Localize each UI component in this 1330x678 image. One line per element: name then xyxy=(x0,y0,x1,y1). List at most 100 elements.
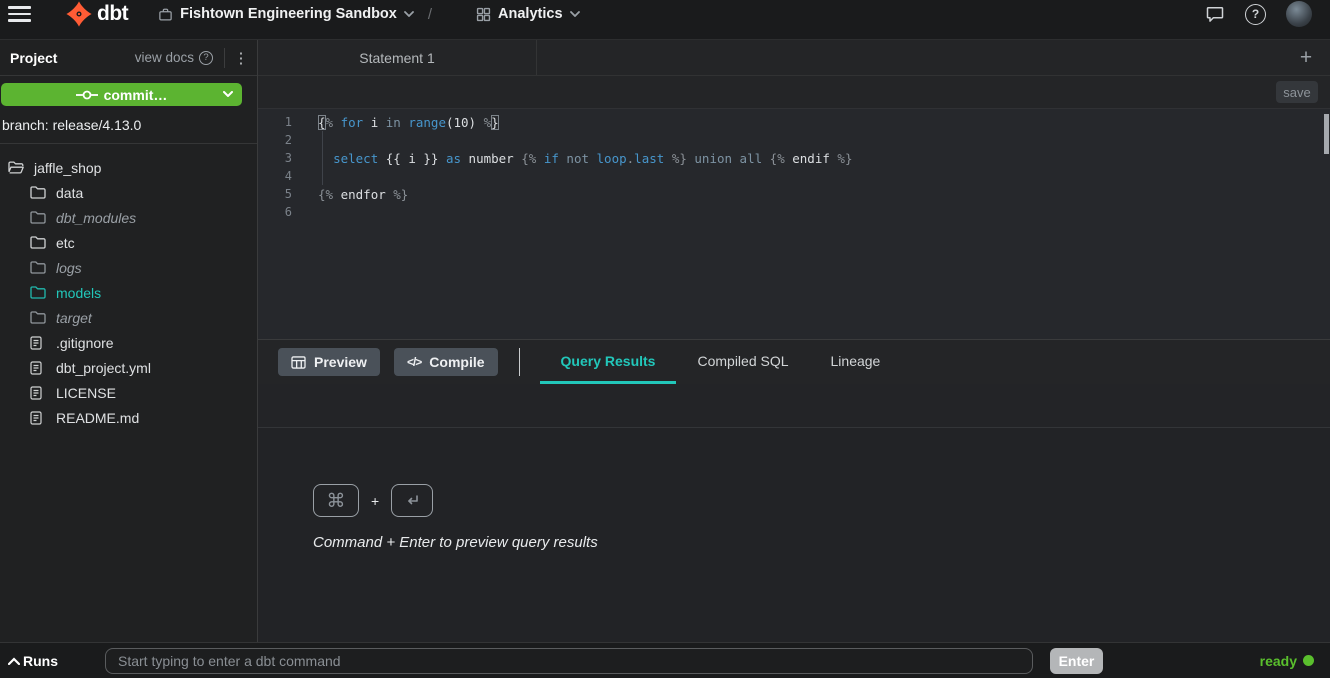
code-line[interactable]: 5{% endfor %} xyxy=(258,185,1330,203)
file-tree-item-dbt_project.yml[interactable]: dbt_project.yml xyxy=(0,355,257,380)
workspace-selector-label: Analytics xyxy=(498,6,562,22)
chat-icon[interactable] xyxy=(1205,4,1225,24)
code-token: for xyxy=(341,115,364,130)
tab-query-results[interactable]: Query Results xyxy=(540,340,677,384)
folder-icon xyxy=(30,211,47,224)
code-token: endif xyxy=(785,151,838,166)
code-token: range xyxy=(408,115,446,130)
line-number: 6 xyxy=(258,205,292,219)
main-shell: Project view docs ? ⋮ commit… branch: re… xyxy=(0,40,1330,642)
folder-icon xyxy=(30,286,47,299)
git-commit-icon xyxy=(76,89,98,101)
code-token: number xyxy=(461,151,521,166)
compile-button[interactable]: </> Compile xyxy=(394,348,498,376)
file-tree-label: etc xyxy=(56,235,75,251)
preview-button-label: Preview xyxy=(314,354,367,370)
breadcrumb-separator: / xyxy=(428,6,432,23)
tab-lineage[interactable]: Lineage xyxy=(810,340,902,384)
line-number: 5 xyxy=(258,187,292,201)
code-token: {% xyxy=(521,151,536,166)
code-line[interactable]: 3 select {{ i }} as number {% if not loo… xyxy=(258,149,1330,167)
compile-button-label: Compile xyxy=(429,354,484,370)
file-tree: jaffle_shopdatadbt_modulesetc logs modelst… xyxy=(0,144,257,430)
code-editor[interactable]: 1{% for i in range(10) %}23 select {{ i … xyxy=(258,109,1330,340)
user-avatar[interactable] xyxy=(1286,1,1312,27)
code-token: in xyxy=(386,115,401,130)
file-tree-item-logs[interactable]: logs xyxy=(0,255,257,280)
code-token: if xyxy=(544,151,559,166)
preview-button[interactable]: Preview xyxy=(278,348,380,376)
code-token: last xyxy=(634,151,664,166)
file-tree-item-jaffle_shop[interactable]: jaffle_shop xyxy=(0,155,257,180)
kebab-menu-icon[interactable]: ⋮ xyxy=(233,49,249,67)
file-icon xyxy=(30,336,47,350)
commit-button[interactable]: commit… xyxy=(1,83,242,106)
commit-chevron-down-icon[interactable] xyxy=(223,91,233,97)
file-tree-item-data[interactable]: data xyxy=(0,180,257,205)
code-text: {% endfor %} xyxy=(292,187,408,202)
file-tree-item-target[interactable]: target xyxy=(0,305,257,330)
status-dot xyxy=(1303,655,1314,666)
file-tree-item-LICENSE[interactable]: LICENSE xyxy=(0,380,257,405)
project-selector[interactable]: Fishtown Engineering Sandbox xyxy=(158,6,414,22)
runs-toggle[interactable]: Runs xyxy=(8,653,105,669)
code-line[interactable]: 4 xyxy=(258,167,1330,185)
shortcut-hint-text: Command + Enter to preview query results xyxy=(313,534,1330,551)
save-button[interactable]: save xyxy=(1276,81,1318,103)
workspace-selector[interactable]: Analytics xyxy=(476,6,579,22)
code-token: %} xyxy=(393,187,408,202)
code-token xyxy=(536,151,544,166)
tab-compiled-sql[interactable]: Compiled SQL xyxy=(676,340,809,384)
results-content: ⌘ + Command + Enter to preview query res… xyxy=(258,428,1330,642)
command-key-icon: ⌘ xyxy=(313,484,359,517)
code-line[interactable]: 2 xyxy=(258,131,1330,149)
dbt-command-input[interactable] xyxy=(105,648,1033,674)
file-tree-label: LICENSE xyxy=(56,385,116,401)
code-token: %} xyxy=(672,151,687,166)
chevron-up-icon xyxy=(8,657,20,665)
editor-tab-bar: Statement 1 + xyxy=(258,40,1330,76)
code-token xyxy=(318,151,333,166)
file-tree-item-models[interactable]: models xyxy=(0,280,257,305)
code-token: not xyxy=(566,151,589,166)
file-icon xyxy=(30,386,47,400)
line-number: 1 xyxy=(258,115,292,129)
file-tree-label: .gitignore xyxy=(56,335,114,351)
file-tree-item-.gitignore[interactable]: .gitignore xyxy=(0,330,257,355)
file-tree-item-etc[interactable]: etc xyxy=(0,230,257,255)
code-token: } xyxy=(491,115,499,130)
return-key-icon xyxy=(391,484,433,517)
project-selector-label: Fishtown Engineering Sandbox xyxy=(180,6,397,22)
hamburger-menu-icon[interactable] xyxy=(8,6,31,21)
toolbar-divider xyxy=(519,348,520,376)
code-token: i xyxy=(363,115,386,130)
code-token: %} xyxy=(837,151,852,166)
code-token: % xyxy=(326,115,334,130)
code-token: union all xyxy=(687,151,770,166)
line-number: 3 xyxy=(258,151,292,165)
code-token: endfor xyxy=(333,187,393,202)
chevron-down-icon xyxy=(570,11,580,17)
status-indicator: ready xyxy=(1260,653,1314,669)
code-token: {% xyxy=(770,151,785,166)
file-tree-label: logs xyxy=(56,260,82,276)
new-tab-icon[interactable]: + xyxy=(1296,48,1316,68)
editor-scrollbar[interactable] xyxy=(1324,114,1329,154)
file-tree-item-dbt_modules[interactable]: dbt_modules xyxy=(0,205,257,230)
code-line[interactable]: 6 xyxy=(258,203,1330,221)
commit-button-label: commit… xyxy=(104,87,168,103)
view-docs-link[interactable]: view docs ? xyxy=(135,50,213,65)
code-line[interactable]: 1{% for i in range(10) %} xyxy=(258,113,1330,131)
top-bar: dbt Fishtown Engineering Sandbox / Analy… xyxy=(0,0,1330,40)
folder-icon xyxy=(30,311,47,324)
code-token: select xyxy=(333,151,378,166)
chevron-down-icon xyxy=(404,11,414,17)
help-icon[interactable]: ? xyxy=(1245,4,1266,25)
enter-button[interactable]: Enter xyxy=(1050,648,1103,674)
code-token: {{ i }} xyxy=(378,151,446,166)
file-tree-item-README.md[interactable]: README.md xyxy=(0,405,257,430)
indent-guide xyxy=(322,131,323,185)
tab-statement-1[interactable]: Statement 1 xyxy=(258,40,537,75)
results-subheader xyxy=(258,384,1330,428)
sidebar-title: Project xyxy=(10,50,57,66)
